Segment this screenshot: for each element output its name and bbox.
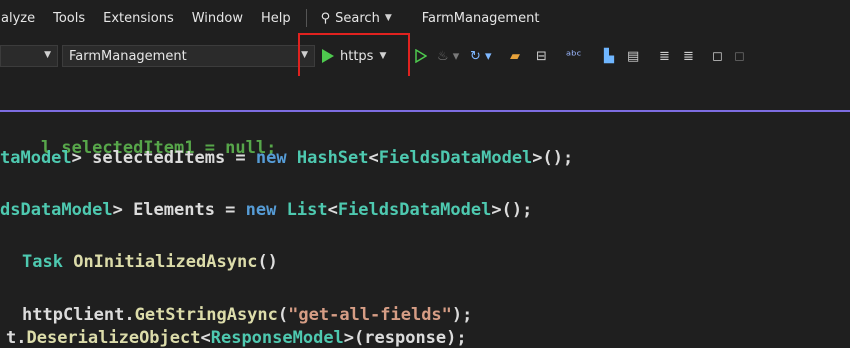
- code-line-5: httpClient.GetStringAsync("get-all-field…: [22, 305, 472, 325]
- search-icon: ⚲: [320, 10, 331, 26]
- code-editor[interactable]: l selectedItem1 = null; taModel> selecte…: [0, 76, 850, 348]
- code-token: new: [255, 148, 287, 168]
- code-token: Task: [22, 252, 63, 272]
- code-token: >(response);: [343, 328, 467, 348]
- code-line-3: dsDataModel> Elements = new List<FieldsD…: [0, 200, 532, 220]
- editor-top-border: [0, 110, 850, 112]
- menu-extensions[interactable]: Extensions: [94, 11, 183, 26]
- code-token: <: [368, 148, 379, 168]
- code-token: (: [277, 305, 289, 325]
- code-token: <: [200, 328, 211, 348]
- code-token: ResponseModel: [210, 328, 344, 348]
- code-token: >();: [532, 148, 574, 168]
- code-line-2: taModel> selectedItems = new HashSet<Fie…: [0, 148, 573, 168]
- comment-icon[interactable]: ≣: [659, 47, 670, 65]
- folder-icon[interactable]: ▰: [510, 47, 520, 65]
- code-token: > selectedItems =: [71, 148, 256, 168]
- code-token: t.: [6, 328, 27, 348]
- step-icon[interactable]: ▙: [604, 47, 614, 65]
- code-token: );: [451, 305, 473, 325]
- code-token: taModel: [0, 148, 72, 168]
- menu-window[interactable]: Window: [183, 11, 252, 26]
- menu-analyze[interactable]: alyze: [0, 11, 44, 26]
- window-icon[interactable]: ⊟: [536, 47, 547, 65]
- spellcheck-icon[interactable]: ᵃᵇᶜ: [566, 47, 581, 65]
- code-token: GetStringAsync: [134, 305, 278, 325]
- toolbar: ▼ FarmManagement ▼ https ▼ ♨ ▾ ↻ ▾ ▰ ⊟ ᵃ…: [0, 38, 850, 74]
- code-token: DeserializeObject: [26, 328, 201, 348]
- code-token: List: [286, 200, 328, 220]
- menu-separator: [305, 9, 307, 27]
- start-without-debugging-icon[interactable]: [415, 47, 427, 65]
- project-dropdown-label: FarmManagement: [69, 48, 187, 64]
- menu-tools[interactable]: Tools: [44, 11, 94, 26]
- code-token: new: [245, 200, 277, 220]
- code-token: > Elements =: [112, 200, 246, 220]
- code-token: FieldsDataModel: [337, 200, 492, 220]
- hot-reload-icon[interactable]: ♨ ▾: [437, 47, 459, 65]
- code-token: (): [257, 252, 278, 272]
- chevron-down-icon: ▼: [44, 50, 51, 60]
- code-token: >();: [491, 200, 533, 220]
- chevron-down-icon: ▼: [384, 13, 392, 23]
- code-token: OnInitializedAsync: [73, 252, 258, 272]
- menu-bar: alyze Tools Extensions Window Help ⚲ Sea…: [0, 0, 850, 36]
- solution-title: FarmManagement: [421, 10, 540, 26]
- restart-icon[interactable]: ↻ ▾: [470, 47, 492, 65]
- code-token: dsDataModel: [0, 200, 113, 220]
- code-line-6: t.DeserializeObject<ResponseModel>(respo…: [6, 328, 467, 348]
- code-token: httpClient.: [22, 305, 135, 325]
- bookmark-icon[interactable]: ◻: [712, 47, 723, 65]
- search-button[interactable]: ⚲ Search ▼: [313, 11, 400, 26]
- code-token: <: [327, 200, 338, 220]
- uncomment-icon[interactable]: ≣: [683, 47, 694, 65]
- bookmark-next-icon[interactable]: ◻: [734, 47, 745, 65]
- format-icon[interactable]: ▤: [627, 47, 639, 65]
- menu-help[interactable]: Help: [252, 11, 300, 26]
- code-token: "get-all-fields": [288, 305, 452, 325]
- search-label: Search: [335, 10, 380, 26]
- project-dropdown[interactable]: FarmManagement ▼: [62, 45, 315, 67]
- configuration-dropdown[interactable]: ▼: [0, 45, 58, 67]
- code-line-4: Task OnInitializedAsync(): [22, 252, 278, 272]
- code-token: HashSet: [296, 148, 369, 168]
- code-token: FieldsDataModel: [378, 148, 533, 168]
